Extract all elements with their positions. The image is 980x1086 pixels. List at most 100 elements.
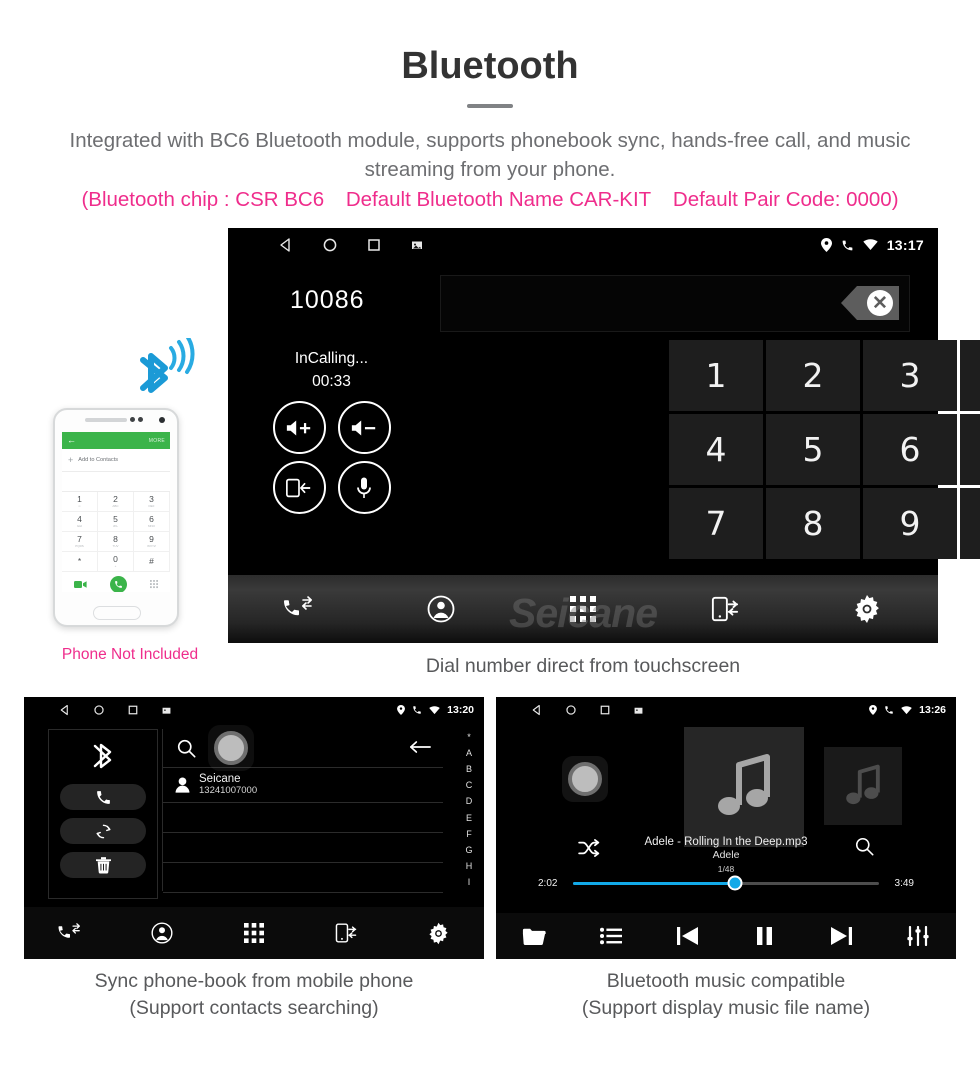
- dial-keypad[interactable]: 123* 4560 789#: [669, 340, 980, 559]
- index-letter-B[interactable]: B: [466, 764, 472, 774]
- dial-key-5[interactable]: 5: [766, 414, 860, 485]
- settings-tab[interactable]: [822, 583, 912, 635]
- index-letter-F[interactable]: F: [466, 829, 472, 839]
- keypad-tab[interactable]: [223, 913, 285, 953]
- dial-key-7[interactable]: 7: [669, 488, 763, 559]
- phone-key-7[interactable]: 7 PQRS: [62, 532, 98, 552]
- contact-row-empty[interactable]: [163, 863, 443, 893]
- phone-key-4[interactable]: 4 GHI: [62, 512, 98, 532]
- keypad-tab[interactable]: [538, 583, 628, 635]
- dial-key-8[interactable]: 8: [766, 488, 860, 559]
- home-icon[interactable]: [322, 237, 338, 253]
- phone-key-6[interactable]: 6 MNO: [134, 512, 170, 532]
- album-art-next[interactable]: [824, 747, 902, 825]
- phone-key-5[interactable]: 5 JKL: [98, 512, 134, 532]
- spec-pair-code: Default Pair Code: 0000): [672, 188, 899, 212]
- progress-slider[interactable]: [573, 875, 879, 891]
- phone-key-letters: GHI: [76, 523, 83, 528]
- phone-more-button[interactable]: MORE: [149, 438, 165, 444]
- back-icon[interactable]: [278, 237, 294, 253]
- screenshot-icon[interactable]: [410, 238, 424, 252]
- dial-key-0[interactable]: 0: [960, 414, 980, 485]
- next-track-button[interactable]: [813, 919, 869, 953]
- contacts-tab[interactable]: [396, 583, 486, 635]
- recents-icon[interactable]: [366, 237, 382, 253]
- phone-sync-tab[interactable]: [315, 913, 377, 953]
- contacts-tab[interactable]: [131, 913, 193, 953]
- index-letter-I[interactable]: I: [468, 878, 471, 887]
- phone-key-8[interactable]: 8 TUV: [98, 532, 134, 552]
- dial-key-2[interactable]: 2: [766, 340, 860, 411]
- phone-key-9[interactable]: 9 WXYZ: [134, 532, 170, 552]
- dial-key-3[interactable]: 3: [863, 340, 957, 411]
- phone-videocall-icon[interactable]: [73, 580, 87, 589]
- backspace-button[interactable]: ✕: [841, 286, 899, 320]
- progress-knob[interactable]: [727, 875, 743, 891]
- phone-call-button[interactable]: [109, 575, 127, 592]
- playback-progress[interactable]: 2:02 3:49: [496, 875, 956, 891]
- phone-key-digit: #: [149, 555, 154, 566]
- index-letter-D[interactable]: D: [466, 797, 473, 806]
- shuffle-icon[interactable]: [578, 839, 600, 857]
- phone-add-to-contacts[interactable]: + Add to Contacts: [62, 449, 170, 472]
- index-letter-E[interactable]: E: [466, 813, 472, 823]
- dial-key-9[interactable]: 9: [863, 488, 957, 559]
- equalizer-button[interactable]: [890, 919, 946, 953]
- phone-key-star[interactable]: *: [62, 552, 98, 572]
- contact-search-field[interactable]: [163, 729, 443, 768]
- screenshot-icon[interactable]: [633, 705, 644, 716]
- phone-key-0[interactable]: 0 +: [98, 552, 134, 572]
- album-art-current[interactable]: [684, 727, 804, 847]
- phone-key-2[interactable]: 2 ABC: [98, 492, 134, 512]
- dial-key-4[interactable]: 4: [669, 414, 763, 485]
- phone-home-button[interactable]: [93, 606, 141, 620]
- home-icon[interactable]: [93, 704, 105, 716]
- microphone-mute-button[interactable]: [337, 461, 391, 514]
- back-icon[interactable]: [59, 704, 71, 716]
- screenshot-icon[interactable]: [161, 705, 172, 716]
- volume-down-button[interactable]: [337, 401, 391, 454]
- in-call-panel: InCalling... 00:33: [228, 340, 435, 575]
- back-arrow-icon[interactable]: [409, 740, 431, 754]
- home-icon[interactable]: [565, 704, 577, 716]
- phone-key-1[interactable]: 1 ∞: [62, 492, 98, 512]
- previous-track-button[interactable]: [660, 919, 716, 953]
- contact-row-empty[interactable]: [163, 833, 443, 863]
- dial-key-6[interactable]: 6: [863, 414, 957, 485]
- dial-key-hash[interactable]: #: [960, 488, 980, 559]
- phone-back-icon[interactable]: ←: [67, 436, 76, 445]
- pause-button[interactable]: [736, 919, 792, 953]
- transfer-to-phone-button[interactable]: [272, 461, 326, 514]
- phone-keypad-toggle-icon[interactable]: [150, 579, 159, 589]
- index-letter-H[interactable]: H: [466, 862, 473, 871]
- call-log-tab[interactable]: [39, 913, 101, 953]
- index-letter-star[interactable]: *: [467, 732, 471, 742]
- phone-key-hash[interactable]: #: [134, 552, 170, 572]
- volume-up-button[interactable]: [272, 401, 326, 454]
- phone-keypad[interactable]: 1 ∞ 2 ABC 3 DEF 4 GHI 5 JKL 6 MNO 7 PQRS 8 TUV 9 WXYZ * 0 + #: [62, 492, 170, 572]
- sync-contacts-button[interactable]: [60, 818, 146, 844]
- search-icon[interactable]: [855, 837, 874, 856]
- recents-icon[interactable]: [599, 704, 611, 716]
- playlist-button[interactable]: [583, 919, 639, 953]
- phone-key-digit: 1: [77, 494, 82, 505]
- dial-input-field[interactable]: ✕: [440, 275, 910, 332]
- index-letter-G[interactable]: G: [465, 845, 472, 855]
- dial-key-1[interactable]: 1: [669, 340, 763, 411]
- album-art-placeholder[interactable]: [562, 756, 608, 802]
- contact-row[interactable]: Seicane 13241007000: [163, 768, 443, 803]
- back-icon[interactable]: [531, 704, 543, 716]
- delete-contacts-button[interactable]: [60, 852, 146, 878]
- recents-icon[interactable]: [127, 704, 139, 716]
- alphabet-index[interactable]: * A B C D E F G H I: [460, 729, 478, 891]
- contact-row-empty[interactable]: [163, 803, 443, 833]
- dial-key-star[interactable]: *: [960, 340, 980, 411]
- call-log-tab[interactable]: [254, 583, 344, 635]
- phone-sync-tab[interactable]: [680, 583, 770, 635]
- folder-button[interactable]: [506, 919, 562, 953]
- dial-contact-button[interactable]: [60, 784, 146, 810]
- index-letter-A[interactable]: A: [466, 748, 472, 758]
- phone-key-3[interactable]: 3 DEF: [134, 492, 170, 512]
- index-letter-C[interactable]: C: [466, 781, 473, 790]
- settings-tab[interactable]: [407, 913, 469, 953]
